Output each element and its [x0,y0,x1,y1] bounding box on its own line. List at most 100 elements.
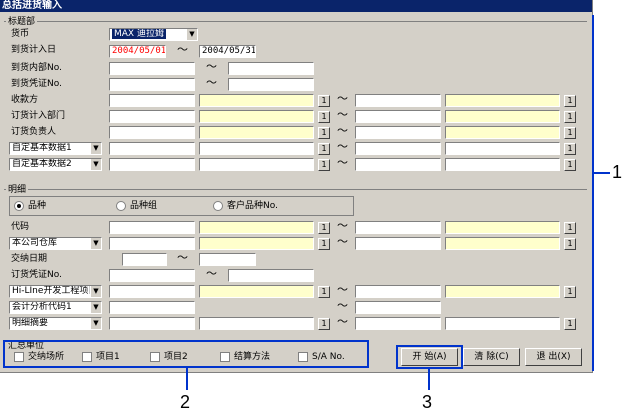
order-person-to-name-field[interactable] [445,126,560,139]
arrival-date-from-field[interactable]: 2004/05/01 [109,45,166,58]
radio-item[interactable]: 品种 [14,200,46,212]
order-person-to-lookup-button[interactable]: 1 [564,127,576,139]
warehouse-to-code-field[interactable] [355,237,441,250]
tilde-separator: ～ [337,299,348,312]
arrival-internal-no-from-field[interactable] [109,62,195,75]
custom-basic-data-2-select[interactable]: 自定基本数据2 ▼ [9,158,102,171]
code-from-name-field[interactable] [199,221,314,234]
warehouse-to-name-field[interactable] [445,237,560,250]
custom-basic-data-1-value: 自定基本数据1 [12,143,72,153]
currency-select[interactable]: MAX 迪拉姆 ▼ [109,28,198,41]
custom1-from-code-field[interactable] [109,142,195,155]
custom2-to-lookup-button[interactable]: 1 [564,159,576,171]
project-from-lookup-button[interactable]: 1 [318,286,330,298]
tilde-separator: ～ [337,108,348,121]
detail-summary-to-code-field[interactable] [355,317,441,330]
project-from-name-field[interactable] [199,285,314,298]
custom1-to-name-field[interactable] [445,142,560,155]
radio-customer-item-no[interactable]: 客户品种No. [213,200,278,212]
radio-item-group[interactable]: 品种组 [116,200,157,212]
warehouse-from-lookup-button[interactable]: 1 [318,238,330,250]
order-dept-to-name-field[interactable] [445,110,560,123]
warehouse-select[interactable]: 本公司仓库 ▼ [9,237,102,250]
project-select[interactable]: Hi-LIne开发工程项目 ▼ [9,285,102,298]
detail-summary-select[interactable]: 明细摘要 ▼ [9,317,102,330]
chevron-down-icon[interactable]: ▼ [90,286,101,297]
order-dept-from-name-field[interactable] [199,110,314,123]
code-from-field[interactable] [109,221,195,234]
detail-summary-to-lookup-button[interactable]: 1 [564,318,576,330]
order-dept-from-lookup-button[interactable]: 1 [318,111,330,123]
detail-group-line [4,189,587,190]
order-voucher-no-to-field[interactable] [228,269,314,282]
tilde-separator: ～ [206,267,217,280]
detail-summary-to-name-field[interactable] [445,317,560,330]
custom2-to-code-field[interactable] [355,158,441,171]
accounting-code-to-field[interactable] [355,301,441,314]
arrival-date-to-field[interactable]: 2004/05/31 [199,45,256,58]
payee-from-code-field[interactable] [109,94,195,107]
custom1-from-name-field[interactable] [199,142,314,155]
detail-summary-from-name-field[interactable] [199,317,314,330]
detail-summary-from-code-field[interactable] [109,317,195,330]
arrival-voucher-no-to-field[interactable] [228,78,314,91]
custom-basic-data-2-value: 自定基本数据2 [12,159,72,169]
project-to-lookup-button[interactable]: 1 [564,286,576,298]
custom1-to-lookup-button[interactable]: 1 [564,143,576,155]
custom2-from-lookup-button[interactable]: 1 [318,159,330,171]
tilde-separator: ～ [337,156,348,169]
code-to-lookup-button[interactable]: 1 [564,222,576,234]
order-voucher-no-from-field[interactable] [109,269,195,282]
chevron-down-icon[interactable]: ▼ [90,238,101,249]
tilde-separator: ～ [337,283,348,296]
tilde-separator: ～ [337,92,348,105]
warehouse-to-lookup-button[interactable]: 1 [564,238,576,250]
detail-summary-from-lookup-button[interactable]: 1 [318,318,330,330]
project-to-name-field[interactable] [445,285,560,298]
delivery-date-to-field[interactable] [199,253,256,266]
custom1-from-lookup-button[interactable]: 1 [318,143,330,155]
clear-button[interactable]: 清 除(C) [463,348,520,366]
delivery-date-from-field[interactable] [122,253,167,266]
warehouse-from-code-field[interactable] [109,237,195,250]
chevron-down-icon[interactable]: ▼ [90,143,101,154]
order-person-from-code-field[interactable] [109,126,195,139]
warehouse-from-name-field[interactable] [199,237,314,250]
project-to-code-field[interactable] [355,285,441,298]
custom2-to-name-field[interactable] [445,158,560,171]
callout-number-1: 1 [612,162,623,182]
arrival-voucher-no-from-field[interactable] [109,78,195,91]
order-person-label: 订货负责人 [11,127,57,137]
project-from-code-field[interactable] [109,285,195,298]
order-dept-to-code-field[interactable] [355,110,441,123]
chevron-down-icon[interactable]: ▼ [90,159,101,170]
tilde-separator: ～ [337,235,348,248]
chevron-down-icon[interactable]: ▼ [186,29,197,40]
payee-to-code-field[interactable] [355,94,441,107]
code-to-name-field[interactable] [445,221,560,234]
custom1-to-code-field[interactable] [355,142,441,155]
chevron-down-icon[interactable]: ▼ [90,302,101,313]
payee-to-name-field[interactable] [445,94,560,107]
arrival-internal-no-to-field[interactable] [228,62,314,75]
custom2-from-code-field[interactable] [109,158,195,171]
code-to-field[interactable] [355,221,441,234]
radio-icon [213,200,223,211]
order-person-from-lookup-button[interactable]: 1 [318,127,330,139]
order-person-to-code-field[interactable] [355,126,441,139]
payee-from-lookup-button[interactable]: 1 [318,95,330,107]
accounting-code-select[interactable]: 会计分析代码1 ▼ [9,301,102,314]
exit-button[interactable]: 退 出(X) [525,348,582,366]
code-from-lookup-button[interactable]: 1 [318,222,330,234]
delivery-date-label: 交纳日期 [11,254,48,264]
order-dept-to-lookup-button[interactable]: 1 [564,111,576,123]
payee-to-lookup-button[interactable]: 1 [564,95,576,107]
custom2-from-name-field[interactable] [199,158,314,171]
header-group-label: 标题部 [6,14,38,27]
payee-from-name-field[interactable] [199,94,314,107]
accounting-code-from-field[interactable] [109,301,195,314]
chevron-down-icon[interactable]: ▼ [90,318,101,329]
custom-basic-data-1-select[interactable]: 自定基本数据1 ▼ [9,142,102,155]
order-dept-from-code-field[interactable] [109,110,195,123]
order-person-from-name-field[interactable] [199,126,314,139]
